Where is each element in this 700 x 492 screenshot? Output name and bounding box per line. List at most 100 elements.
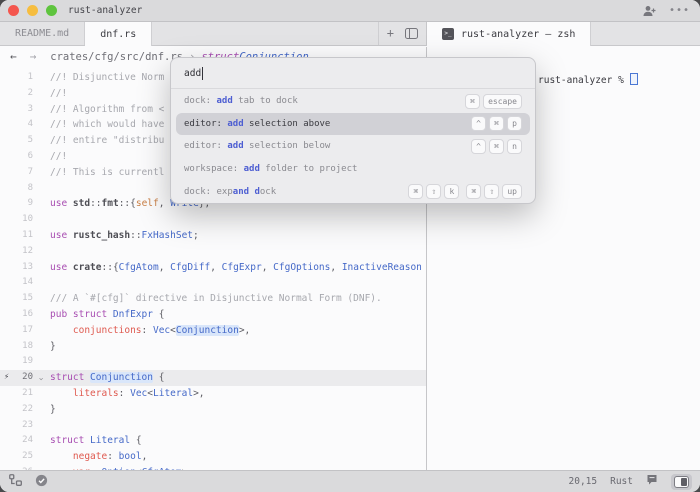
traffic-lights bbox=[0, 5, 57, 16]
feedback-icon[interactable] bbox=[646, 474, 658, 489]
tab-label: README.md bbox=[15, 28, 69, 39]
gutter: 24 bbox=[0, 433, 46, 449]
diagnostics-check-icon[interactable] bbox=[35, 474, 48, 490]
project-panel-icon[interactable] bbox=[9, 474, 22, 489]
gutter-spacer bbox=[0, 386, 13, 402]
new-tab-button[interactable]: + bbox=[387, 22, 394, 45]
palette-item[interactable]: dock: expand dock⌘⇧k⌘⇧up bbox=[171, 180, 535, 203]
gutter: 2 bbox=[0, 86, 46, 102]
language-indicator[interactable]: Rust bbox=[610, 476, 633, 487]
right-dock-toggle[interactable] bbox=[671, 474, 692, 490]
breadcrumb-file-path[interactable]: crates/cfg/src/dnf.rs bbox=[50, 51, 183, 63]
keycap: ⌘ bbox=[489, 139, 504, 154]
gutter: 9 bbox=[0, 196, 46, 212]
gutter-spacer bbox=[0, 133, 13, 149]
navigate-forward-icon[interactable]: → bbox=[30, 50, 37, 63]
keycap: k bbox=[444, 184, 459, 199]
code-line[interactable]: 22} bbox=[0, 402, 426, 418]
fold-spacer bbox=[33, 181, 46, 197]
fold-spacer bbox=[33, 244, 46, 260]
code-line[interactable]: ⚡20›struct Conjunction { bbox=[0, 370, 426, 386]
cursor-position[interactable]: 20,15 bbox=[569, 476, 598, 487]
command-palette-input[interactable]: add bbox=[171, 58, 535, 89]
code-text bbox=[46, 244, 50, 260]
code-line[interactable]: 16pub struct DnfExpr { bbox=[0, 307, 426, 323]
gutter-spacer bbox=[0, 260, 13, 276]
code-line[interactable]: 14 bbox=[0, 275, 426, 291]
code-text: use rustc_hash::FxHashSet; bbox=[46, 228, 199, 244]
add-collaborator-icon[interactable] bbox=[642, 5, 657, 17]
code-text: literals: Vec<Literal>, bbox=[46, 386, 205, 402]
fold-spacer bbox=[33, 323, 46, 339]
line-number: 25 bbox=[13, 449, 33, 465]
palette-item-label: editor: add selection above bbox=[184, 119, 330, 129]
palette-item[interactable]: editor: add selection below^⌘n bbox=[171, 135, 535, 158]
text-caret bbox=[202, 67, 203, 80]
gutter-spacer bbox=[0, 291, 13, 307]
gutter: 21 bbox=[0, 386, 46, 402]
code-line[interactable]: 17 conjunctions: Vec<Conjunction>, bbox=[0, 323, 426, 339]
navigate-back-icon[interactable]: ← bbox=[10, 50, 17, 63]
gutter: 10 bbox=[0, 212, 46, 228]
code-line[interactable]: 25 negate: bool, bbox=[0, 449, 426, 465]
palette-item[interactable]: editor: add selection above^⌘p bbox=[176, 113, 530, 136]
code-text: //! entire "distribu bbox=[46, 133, 164, 149]
code-text: } bbox=[46, 339, 56, 355]
fold-spacer bbox=[33, 86, 46, 102]
line-number: 8 bbox=[13, 181, 33, 197]
code-line[interactable]: 12 bbox=[0, 244, 426, 260]
code-text: //! which would have bbox=[46, 117, 164, 133]
code-line[interactable]: 10 bbox=[0, 212, 426, 228]
code-line[interactable]: 15/// A `#[cfg]` directive in Disjunctiv… bbox=[0, 291, 426, 307]
more-menu-icon[interactable]: ••• bbox=[669, 5, 690, 16]
terminal-cursor bbox=[630, 73, 638, 85]
fold-spacer bbox=[33, 275, 46, 291]
keycap: ⌘ bbox=[489, 116, 504, 131]
gutter: 25 bbox=[0, 449, 46, 465]
line-number: 17 bbox=[13, 323, 33, 339]
gutter: 6 bbox=[0, 149, 46, 165]
close-window-button[interactable] bbox=[8, 5, 19, 16]
code-line[interactable]: 21 literals: Vec<Literal>, bbox=[0, 386, 426, 402]
minimize-window-button[interactable] bbox=[27, 5, 38, 16]
line-number: 5 bbox=[13, 133, 33, 149]
zoom-window-button[interactable] bbox=[46, 5, 57, 16]
code-action-lightning-icon[interactable]: ⚡ bbox=[0, 370, 13, 386]
tab-bar: README.md dnf.rs + >_rust-analyzer — zsh bbox=[0, 22, 700, 46]
gutter-spacer bbox=[0, 402, 13, 418]
code-text bbox=[46, 181, 50, 197]
gutter-spacer bbox=[0, 433, 13, 449]
code-text bbox=[46, 418, 50, 434]
line-number: 18 bbox=[13, 339, 33, 355]
split-pane-icon[interactable] bbox=[405, 24, 418, 43]
palette-item[interactable]: workspace: add folder to project bbox=[171, 158, 535, 181]
fold-spacer bbox=[33, 433, 46, 449]
line-number: 2 bbox=[13, 86, 33, 102]
gutter-spacer bbox=[0, 228, 13, 244]
code-line[interactable]: 23 bbox=[0, 418, 426, 434]
code-text: //! Algorithm from < bbox=[46, 102, 164, 118]
gutter: 15 bbox=[0, 291, 46, 307]
keybinding: ^⌘n bbox=[471, 139, 522, 154]
code-line[interactable]: 19 bbox=[0, 354, 426, 370]
code-line[interactable]: 24struct Literal { bbox=[0, 433, 426, 449]
tab-controls: + bbox=[378, 22, 426, 45]
fold-spacer bbox=[33, 196, 46, 212]
gutter: 19 bbox=[0, 354, 46, 370]
palette-item[interactable]: dock: add tab to dock⌘escape bbox=[171, 90, 535, 113]
keycap: escape bbox=[483, 94, 522, 109]
code-line[interactable]: 18} bbox=[0, 339, 426, 355]
tab-dnf-rs[interactable]: dnf.rs bbox=[85, 22, 152, 46]
fold-spacer bbox=[33, 307, 46, 323]
tab-rust-analyzer-zsh[interactable]: >_rust-analyzer — zsh bbox=[427, 22, 591, 46]
window-title: rust-analyzer bbox=[68, 5, 142, 16]
tab-readme-md[interactable]: README.md bbox=[0, 22, 85, 45]
line-number: 6 bbox=[13, 149, 33, 165]
gutter-spacer bbox=[0, 449, 13, 465]
line-number: 22 bbox=[13, 402, 33, 418]
fold-chevron-icon[interactable]: › bbox=[33, 370, 46, 386]
code-line[interactable]: 11use rustc_hash::FxHashSet; bbox=[0, 228, 426, 244]
line-number: 19 bbox=[13, 354, 33, 370]
code-text: } bbox=[46, 402, 56, 418]
code-line[interactable]: 13use crate::{CfgAtom, CfgDiff, CfgExpr,… bbox=[0, 260, 426, 276]
